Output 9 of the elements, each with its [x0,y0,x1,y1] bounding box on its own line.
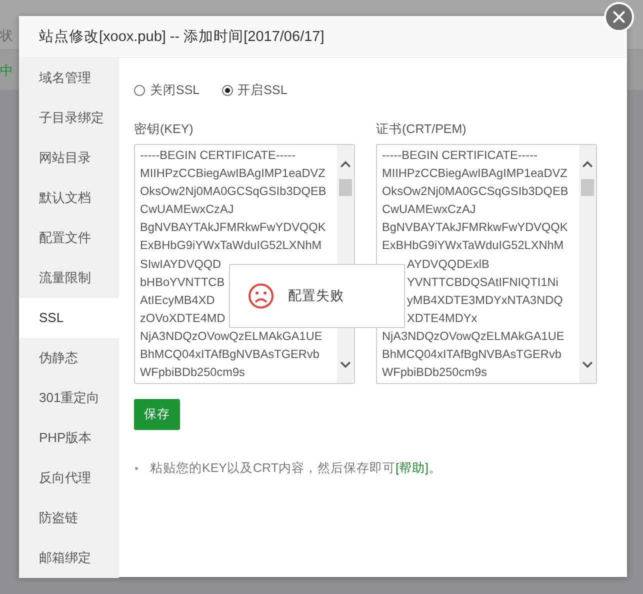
field-label: 证书(CRT/PEM) [376,121,468,138]
radio-label: 开启SSL [238,82,288,99]
help-note: 粘贴您的KEY以及CRT内容，然后保存即可[帮助]。 [150,460,442,477]
status-text: 中 [0,63,13,78]
toast-message: 配置失败 [288,287,344,305]
dialog-title: 站点修改[xoox.pub] -- 添加时间[2017/06/17] [19,16,627,58]
field-label: 密钥(KEY) [134,121,194,138]
radio-label: 关闭SSL [150,82,200,99]
table-header-text: 状 [0,28,13,43]
